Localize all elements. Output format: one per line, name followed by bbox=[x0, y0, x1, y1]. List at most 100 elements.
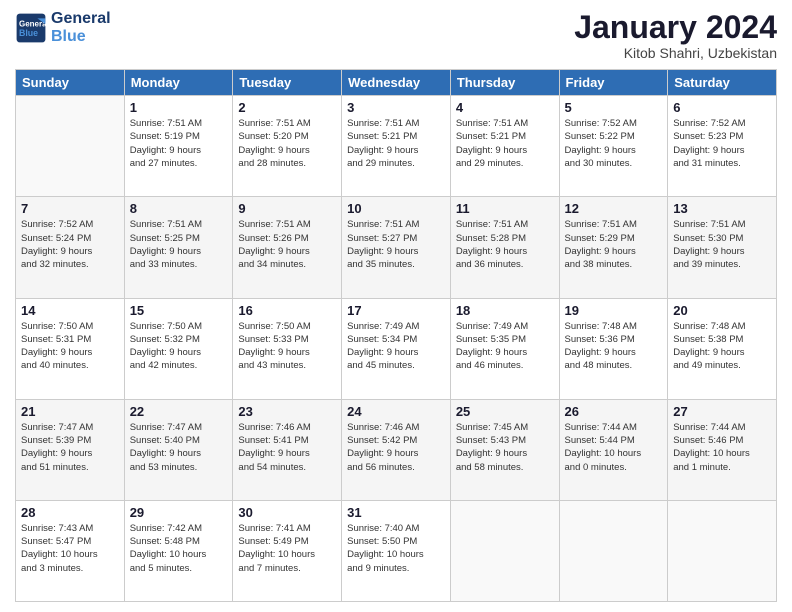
calendar-cell: 14 Sunrise: 7:50 AM Sunset: 5:31 PM Dayli… bbox=[16, 298, 125, 399]
calendar-cell: 11Sunrise: 7:51 AM Sunset: 5:28 PM Dayli… bbox=[450, 197, 559, 298]
day-number: 22 bbox=[130, 404, 228, 419]
calendar-cell: 18Sunrise: 7:49 AM Sunset: 5:35 PM Dayli… bbox=[450, 298, 559, 399]
calendar-cell: 17 Sunrise: 7:49 AM Sunset: 5:34 PM Dayli… bbox=[342, 298, 451, 399]
day-number: 12 bbox=[565, 201, 663, 216]
calendar-cell: 16Sunrise: 7:50 AM Sunset: 5:33 PM Dayli… bbox=[233, 298, 342, 399]
svg-text:Blue: Blue bbox=[19, 28, 38, 38]
day-number: 14 bbox=[21, 303, 119, 318]
day-number: 9 bbox=[238, 201, 336, 216]
calendar-cell: 25Sunrise: 7:45 AM Sunset: 5:43 PM Dayli… bbox=[450, 399, 559, 500]
calendar-cell bbox=[559, 500, 668, 601]
day-info: Sunrise: 7:51 AM Sunset: 5:20 PM Dayligh… bbox=[238, 117, 336, 170]
day-number: 20 bbox=[673, 303, 771, 318]
calendar-cell: 19 Sunrise: 7:48 AM Sunset: 5:36 PM Dayli… bbox=[559, 298, 668, 399]
col-saturday: Saturday bbox=[668, 70, 777, 96]
table-row: 21 Sunrise: 7:47 AM Sunset: 5:39 PM Dayli… bbox=[16, 399, 777, 500]
col-thursday: Thursday bbox=[450, 70, 559, 96]
calendar-cell: 31 Sunrise: 7:40 AM Sunset: 5:50 PM Dayli… bbox=[342, 500, 451, 601]
logo-icon: General Blue bbox=[15, 12, 47, 44]
day-info: Sunrise: 7:48 AM Sunset: 5:36 PM Dayligh… bbox=[565, 320, 663, 373]
calendar-cell: 6 Sunrise: 7:52 AM Sunset: 5:23 PM Daylig… bbox=[668, 96, 777, 197]
location: Kitob Shahri, Uzbekistan bbox=[574, 45, 777, 61]
day-info: Sunrise: 7:40 AM Sunset: 5:50 PM Dayligh… bbox=[347, 522, 445, 575]
day-number: 15 bbox=[130, 303, 228, 318]
calendar-table: Sunday Monday Tuesday Wednesday Thursday… bbox=[15, 69, 777, 602]
day-number: 5 bbox=[565, 100, 663, 115]
logo: General Blue General Blue bbox=[15, 10, 111, 45]
calendar-cell: 8 Sunrise: 7:51 AM Sunset: 5:25 PM Daylig… bbox=[124, 197, 233, 298]
calendar-cell: 20Sunrise: 7:48 AM Sunset: 5:38 PM Dayli… bbox=[668, 298, 777, 399]
day-info: Sunrise: 7:52 AM Sunset: 5:23 PM Dayligh… bbox=[673, 117, 771, 170]
day-number: 28 bbox=[21, 505, 119, 520]
calendar-cell: 4 Sunrise: 7:51 AM Sunset: 5:21 PM Daylig… bbox=[450, 96, 559, 197]
day-info: Sunrise: 7:51 AM Sunset: 5:25 PM Dayligh… bbox=[130, 218, 228, 271]
day-number: 1 bbox=[130, 100, 228, 115]
col-wednesday: Wednesday bbox=[342, 70, 451, 96]
calendar-cell: 24 Sunrise: 7:46 AM Sunset: 5:42 PM Dayli… bbox=[342, 399, 451, 500]
table-row: 1 Sunrise: 7:51 AM Sunset: 5:19 PM Daylig… bbox=[16, 96, 777, 197]
day-number: 24 bbox=[347, 404, 445, 419]
day-info: Sunrise: 7:52 AM Sunset: 5:24 PM Dayligh… bbox=[21, 218, 119, 271]
day-info: Sunrise: 7:50 AM Sunset: 5:31 PM Dayligh… bbox=[21, 320, 119, 373]
day-number: 30 bbox=[238, 505, 336, 520]
day-number: 13 bbox=[673, 201, 771, 216]
day-info: Sunrise: 7:42 AM Sunset: 5:48 PM Dayligh… bbox=[130, 522, 228, 575]
logo-line1: General bbox=[51, 10, 111, 27]
col-monday: Monday bbox=[124, 70, 233, 96]
calendar-cell: 28 Sunrise: 7:43 AM Sunset: 5:47 PM Dayli… bbox=[16, 500, 125, 601]
day-info: Sunrise: 7:52 AM Sunset: 5:22 PM Dayligh… bbox=[565, 117, 663, 170]
day-info: Sunrise: 7:46 AM Sunset: 5:42 PM Dayligh… bbox=[347, 421, 445, 474]
day-info: Sunrise: 7:44 AM Sunset: 5:46 PM Dayligh… bbox=[673, 421, 771, 474]
calendar-cell: 10Sunrise: 7:51 AM Sunset: 5:27 PM Dayli… bbox=[342, 197, 451, 298]
title-block: January 2024 Kitob Shahri, Uzbekistan bbox=[574, 10, 777, 61]
day-number: 6 bbox=[673, 100, 771, 115]
day-info: Sunrise: 7:49 AM Sunset: 5:34 PM Dayligh… bbox=[347, 320, 445, 373]
calendar-cell: 12 Sunrise: 7:51 AM Sunset: 5:29 PM Dayli… bbox=[559, 197, 668, 298]
col-friday: Friday bbox=[559, 70, 668, 96]
calendar-cell: 5 Sunrise: 7:52 AM Sunset: 5:22 PM Daylig… bbox=[559, 96, 668, 197]
day-info: Sunrise: 7:51 AM Sunset: 5:28 PM Dayligh… bbox=[456, 218, 554, 271]
day-number: 26 bbox=[565, 404, 663, 419]
day-info: Sunrise: 7:47 AM Sunset: 5:40 PM Dayligh… bbox=[130, 421, 228, 474]
day-number: 3 bbox=[347, 100, 445, 115]
day-info: Sunrise: 7:46 AM Sunset: 5:41 PM Dayligh… bbox=[238, 421, 336, 474]
calendar-cell: 3Sunrise: 7:51 AM Sunset: 5:21 PM Daylig… bbox=[342, 96, 451, 197]
day-info: Sunrise: 7:51 AM Sunset: 5:26 PM Dayligh… bbox=[238, 218, 336, 271]
day-info: Sunrise: 7:41 AM Sunset: 5:49 PM Dayligh… bbox=[238, 522, 336, 575]
col-tuesday: Tuesday bbox=[233, 70, 342, 96]
day-number: 7 bbox=[21, 201, 119, 216]
calendar-cell bbox=[668, 500, 777, 601]
day-number: 8 bbox=[130, 201, 228, 216]
day-number: 18 bbox=[456, 303, 554, 318]
header: General Blue General Blue January 2024 K… bbox=[15, 10, 777, 61]
header-row: Sunday Monday Tuesday Wednesday Thursday… bbox=[16, 70, 777, 96]
day-number: 23 bbox=[238, 404, 336, 419]
calendar-cell: 22 Sunrise: 7:47 AM Sunset: 5:40 PM Dayli… bbox=[124, 399, 233, 500]
day-number: 16 bbox=[238, 303, 336, 318]
day-number: 17 bbox=[347, 303, 445, 318]
day-info: Sunrise: 7:44 AM Sunset: 5:44 PM Dayligh… bbox=[565, 421, 663, 474]
day-number: 4 bbox=[456, 100, 554, 115]
day-number: 19 bbox=[565, 303, 663, 318]
calendar-cell: 27 Sunrise: 7:44 AM Sunset: 5:46 PM Dayli… bbox=[668, 399, 777, 500]
calendar-cell: 7 Sunrise: 7:52 AM Sunset: 5:24 PM Daylig… bbox=[16, 197, 125, 298]
table-row: 28 Sunrise: 7:43 AM Sunset: 5:47 PM Dayli… bbox=[16, 500, 777, 601]
calendar-cell bbox=[16, 96, 125, 197]
day-number: 27 bbox=[673, 404, 771, 419]
day-info: Sunrise: 7:51 AM Sunset: 5:21 PM Dayligh… bbox=[456, 117, 554, 170]
calendar-cell: 13Sunrise: 7:51 AM Sunset: 5:30 PM Dayli… bbox=[668, 197, 777, 298]
day-info: Sunrise: 7:51 AM Sunset: 5:29 PM Dayligh… bbox=[565, 218, 663, 271]
day-info: Sunrise: 7:51 AM Sunset: 5:19 PM Dayligh… bbox=[130, 117, 228, 170]
calendar-cell: 1 Sunrise: 7:51 AM Sunset: 5:19 PM Daylig… bbox=[124, 96, 233, 197]
calendar-cell: 26 Sunrise: 7:44 AM Sunset: 5:44 PM Dayli… bbox=[559, 399, 668, 500]
day-info: Sunrise: 7:47 AM Sunset: 5:39 PM Dayligh… bbox=[21, 421, 119, 474]
month-title: January 2024 bbox=[574, 10, 777, 45]
calendar-cell: 9 Sunrise: 7:51 AM Sunset: 5:26 PM Daylig… bbox=[233, 197, 342, 298]
table-row: 7 Sunrise: 7:52 AM Sunset: 5:24 PM Daylig… bbox=[16, 197, 777, 298]
page-container: General Blue General Blue January 2024 K… bbox=[0, 0, 792, 612]
day-info: Sunrise: 7:50 AM Sunset: 5:32 PM Dayligh… bbox=[130, 320, 228, 373]
day-info: Sunrise: 7:43 AM Sunset: 5:47 PM Dayligh… bbox=[21, 522, 119, 575]
day-info: Sunrise: 7:51 AM Sunset: 5:27 PM Dayligh… bbox=[347, 218, 445, 271]
day-number: 21 bbox=[21, 404, 119, 419]
day-number: 31 bbox=[347, 505, 445, 520]
